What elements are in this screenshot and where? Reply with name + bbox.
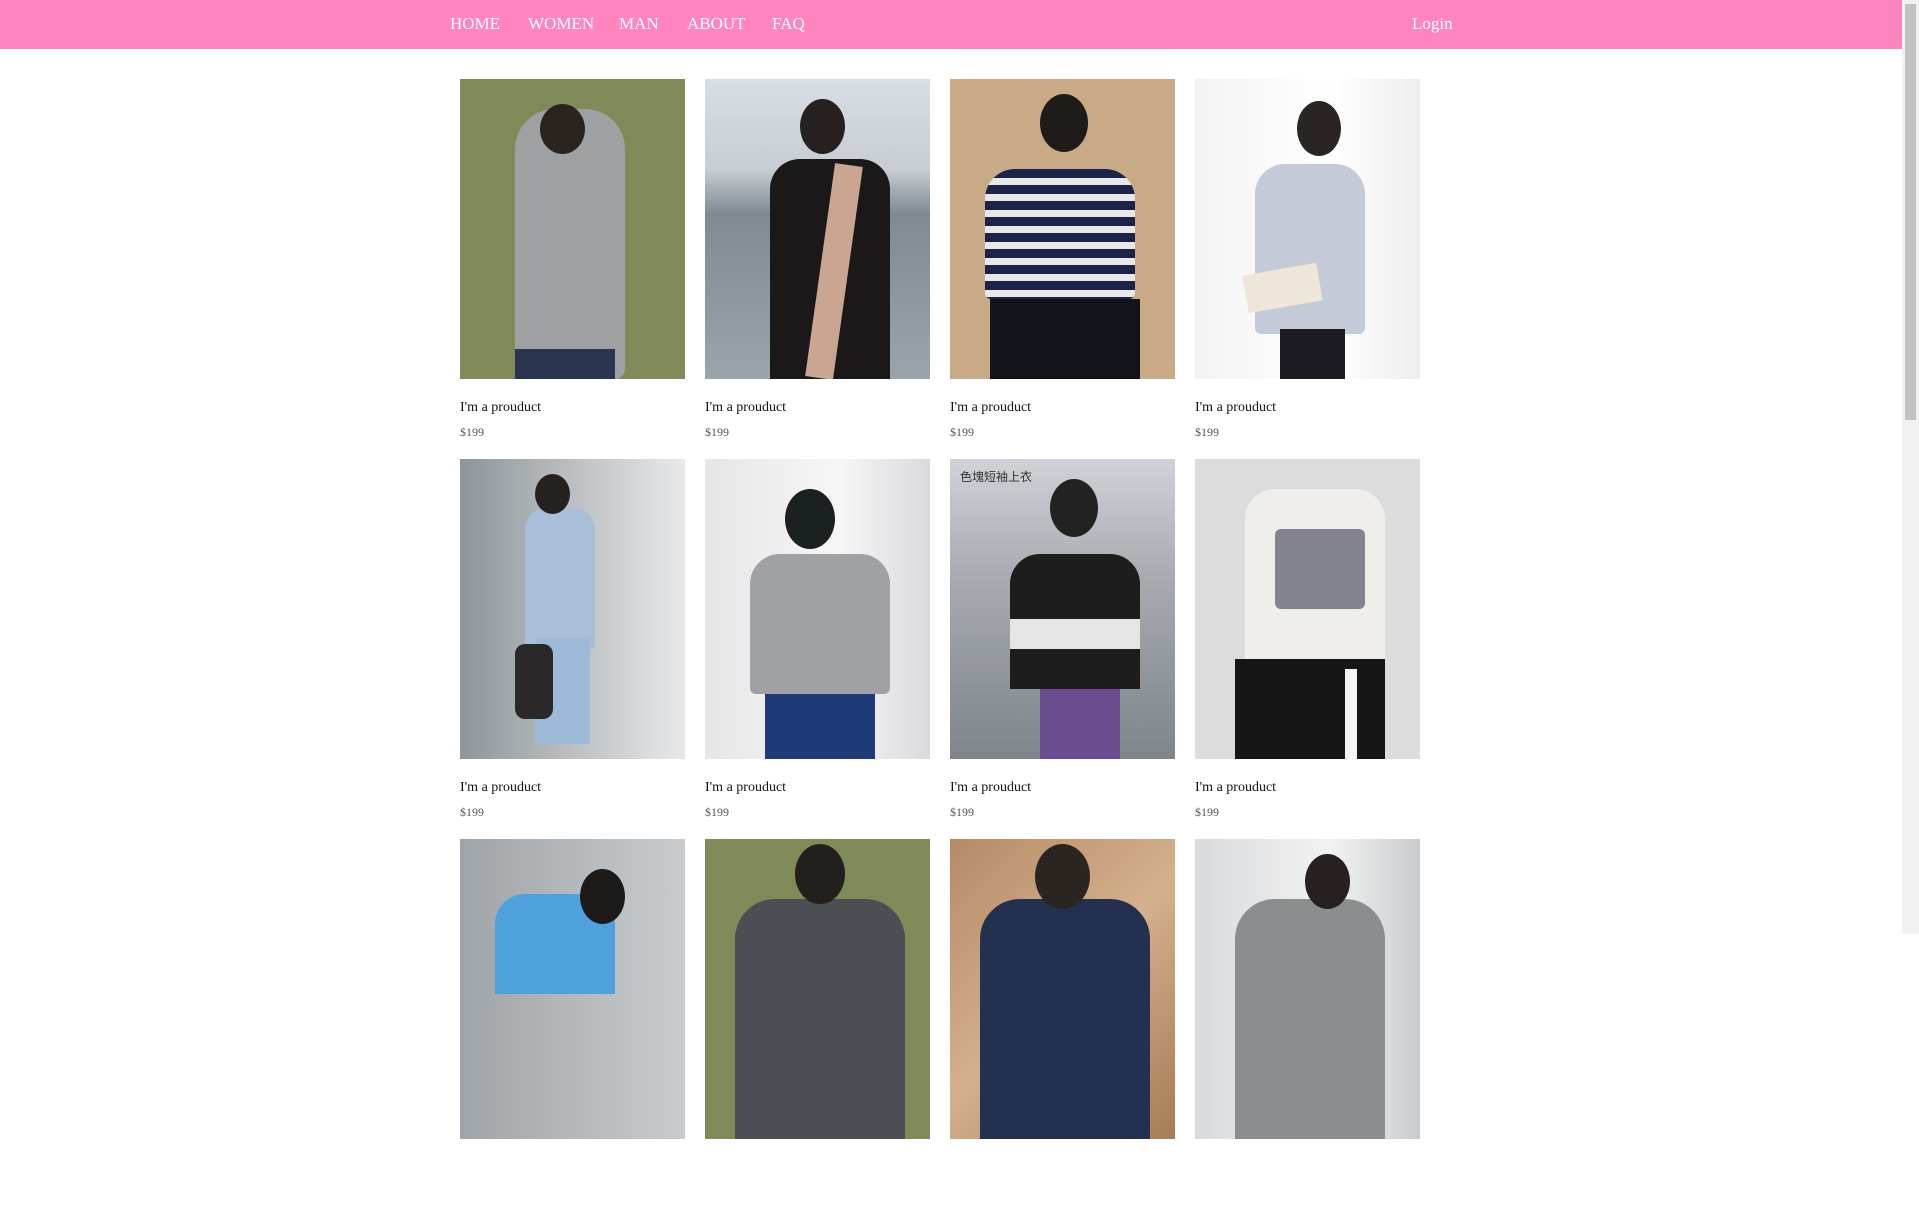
product-name[interactable]: I'm a prouduct — [1195, 400, 1276, 416]
product-grid: I'm a prouduct $199 I'm a prouduct $199 … — [460, 79, 1422, 1219]
product-photo[interactable] — [460, 79, 685, 379]
product-photo[interactable] — [1195, 839, 1420, 1139]
product-photo[interactable] — [950, 839, 1175, 1139]
product-name[interactable]: I'm a prouduct — [460, 400, 541, 416]
product-card[interactable]: I'm a prouduct $199 — [1195, 79, 1420, 459]
product-card[interactable]: 色塊短袖上衣 I'm a prouduct $199 — [950, 459, 1175, 839]
product-photo[interactable]: 色塊短袖上衣 — [950, 459, 1175, 759]
product-card[interactable]: I'm a prouduct $199 — [460, 79, 685, 459]
product-name[interactable]: I'm a prouduct — [950, 400, 1031, 416]
product-name[interactable]: I'm a prouduct — [950, 780, 1031, 796]
product-card[interactable]: I'm a prouduct $199 — [1195, 459, 1420, 839]
product-card[interactable]: I'm a prouduct $199 — [705, 459, 930, 839]
product-photo[interactable] — [460, 459, 685, 759]
product-price: $199 — [950, 805, 974, 819]
product-price: $199 — [460, 425, 484, 439]
top-navbar: HOME WOMEN MAN ABOUT FAQ Login — [0, 0, 1902, 49]
product-card[interactable]: I'm a prouduct $199 — [460, 459, 685, 839]
product-card[interactable] — [1195, 839, 1420, 1219]
product-price: $199 — [460, 805, 484, 819]
scrollbar-thumb[interactable] — [1905, 4, 1916, 420]
product-photo[interactable] — [460, 839, 685, 1139]
nav-about-link[interactable]: ABOUT — [687, 14, 746, 34]
login-link[interactable]: Login — [1412, 14, 1453, 34]
product-card[interactable] — [460, 839, 685, 1219]
product-name[interactable]: I'm a prouduct — [460, 780, 541, 796]
product-price: $199 — [1195, 805, 1219, 819]
product-photo[interactable] — [1195, 79, 1420, 379]
nav-women-link[interactable]: WOMEN — [528, 14, 594, 34]
product-card[interactable] — [705, 839, 930, 1219]
product-photo[interactable] — [1195, 459, 1420, 759]
nav-home-link[interactable]: HOME — [450, 14, 500, 34]
product-price: $199 — [1195, 425, 1219, 439]
product-price: $199 — [950, 425, 974, 439]
product-card[interactable]: I'm a prouduct $199 — [950, 79, 1175, 459]
product-name[interactable]: I'm a prouduct — [1195, 780, 1276, 796]
product-photo[interactable] — [705, 839, 930, 1139]
product-price: $199 — [705, 805, 729, 819]
photo-caption: 色塊短袖上衣 — [960, 470, 1033, 484]
product-photo[interactable] — [705, 79, 930, 379]
product-price: $199 — [705, 425, 729, 439]
product-name[interactable]: I'm a prouduct — [705, 780, 786, 796]
nav-faq-link[interactable]: FAQ — [772, 14, 805, 34]
product-photo[interactable] — [950, 79, 1175, 379]
product-name[interactable]: I'm a prouduct — [705, 400, 786, 416]
product-photo[interactable] — [705, 459, 930, 759]
product-card[interactable] — [950, 839, 1175, 1219]
product-card[interactable]: I'm a prouduct $199 — [705, 79, 930, 459]
nav-man-link[interactable]: MAN — [619, 14, 659, 34]
